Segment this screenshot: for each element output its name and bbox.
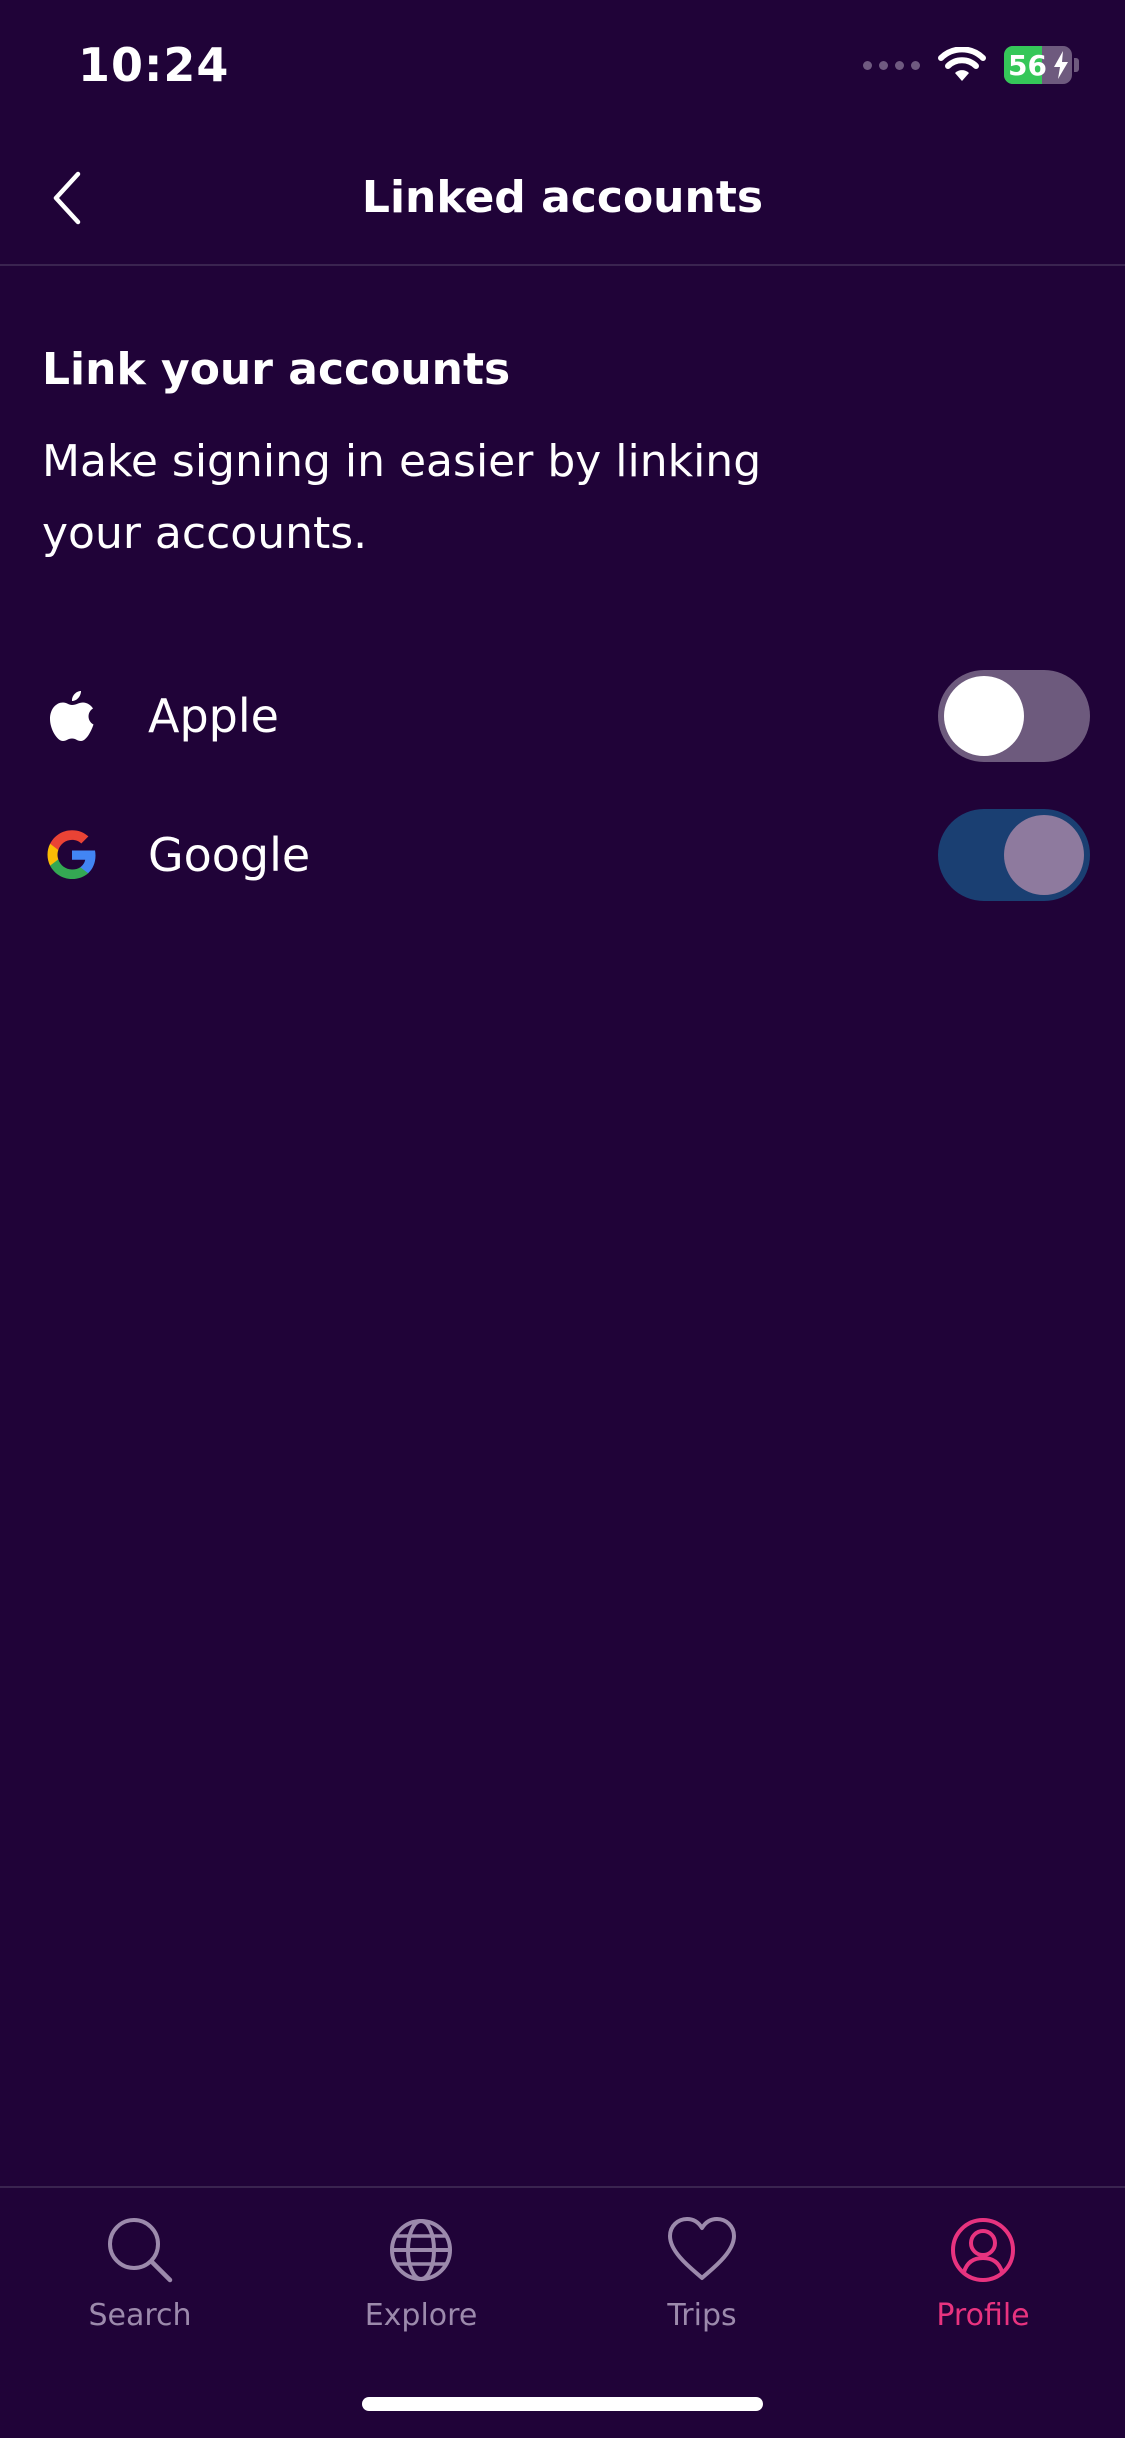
- tab-label-profile: Profile: [936, 2298, 1030, 2333]
- toggle-knob: [944, 676, 1024, 756]
- tab-explore[interactable]: Explore: [321, 2214, 521, 2333]
- tab-label-explore: Explore: [364, 2298, 478, 2333]
- status-bar: 10:24 56: [0, 0, 1125, 132]
- google-icon: [42, 825, 102, 885]
- section-description: Make signing in easier by linking your a…: [42, 436, 762, 559]
- tab-label-search: Search: [88, 2298, 192, 2333]
- page-title: Linked accounts: [361, 172, 764, 223]
- wifi-icon: [938, 47, 986, 81]
- nav-header: Linked accounts: [0, 132, 1125, 266]
- profile-icon: [947, 2214, 1019, 2286]
- linked-accounts-section: Link your accounts Make signing in easie…: [42, 340, 1082, 570]
- battery-icon: 56: [1004, 46, 1072, 84]
- apple-icon: [42, 686, 102, 746]
- home-indicator[interactable]: [362, 2397, 763, 2411]
- section-title: Link your accounts: [42, 344, 511, 395]
- heart-icon: [666, 2214, 738, 2286]
- tab-trips[interactable]: Trips: [602, 2214, 802, 2333]
- charging-bolt-icon: [1054, 51, 1068, 79]
- account-row-google: Google: [42, 805, 1090, 905]
- globe-icon: [385, 2214, 457, 2286]
- tab-label-trips: Trips: [667, 2298, 737, 2333]
- tab-search[interactable]: Search: [40, 2214, 240, 2333]
- cellular-signal-icon: [863, 60, 920, 70]
- status-time: 10:24: [78, 38, 230, 92]
- google-link-toggle[interactable]: [938, 809, 1090, 901]
- account-label-google: Google: [148, 828, 311, 882]
- tab-profile[interactable]: Profile: [883, 2214, 1083, 2333]
- battery-level: 56: [1008, 48, 1047, 82]
- status-icons: 56: [863, 46, 1079, 84]
- account-label-apple: Apple: [148, 689, 279, 743]
- search-icon: [104, 2214, 176, 2286]
- battery-cap: [1074, 58, 1079, 72]
- toggle-knob: [1004, 815, 1084, 895]
- account-row-apple: Apple: [42, 666, 1090, 766]
- apple-link-toggle[interactable]: [938, 670, 1090, 762]
